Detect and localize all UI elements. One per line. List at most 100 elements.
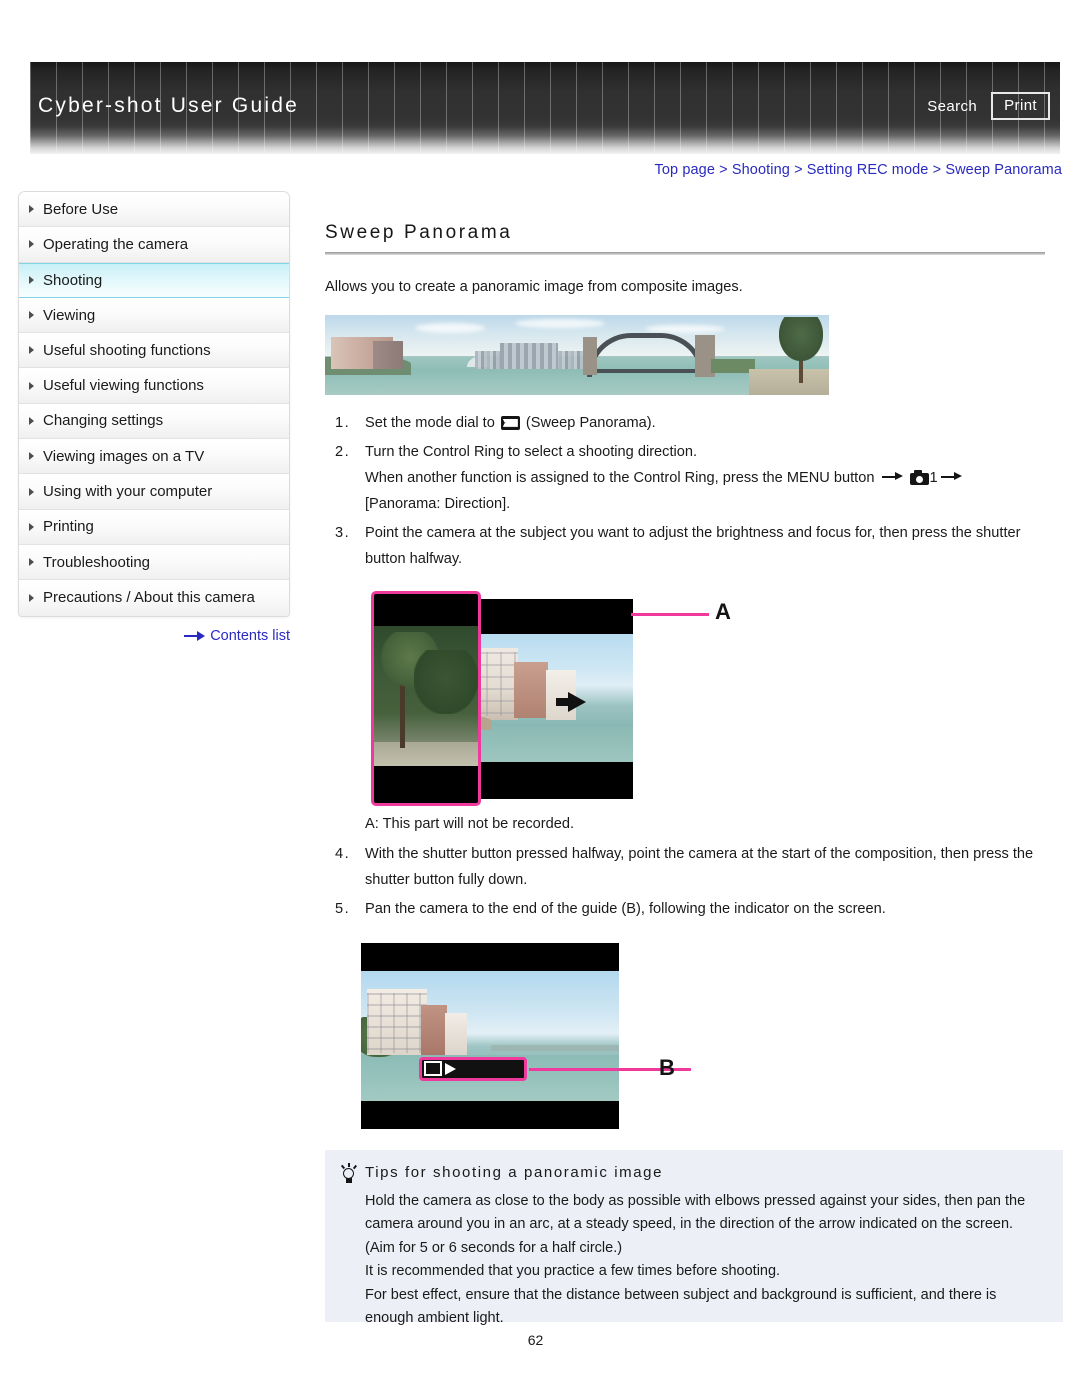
header-title: Cyber-shot User Guide — [38, 94, 299, 117]
arrow-right-icon — [881, 471, 904, 481]
tips-heading-label: Tips for shooting a panoramic image — [365, 1164, 664, 1181]
step-1: 1. Set the mode dial to (Sweep Panorama)… — [325, 411, 1065, 437]
step-number: 3. — [335, 524, 351, 541]
tips-panel: Tips for shooting a panoramic image Hold… — [325, 1150, 1063, 1326]
camera-menu-icon — [909, 469, 929, 485]
step-4-text: With the shutter button pressed halfway,… — [365, 845, 1034, 888]
figure-a-callout-line — [631, 612, 709, 616]
sidebar-item-using-with-your-computer[interactable]: Using with your computer — [19, 474, 289, 510]
triangle-right-icon — [29, 276, 34, 285]
step-number: 4. — [335, 845, 351, 862]
step-3: 3. Point the camera at the subject you w… — [325, 521, 1065, 573]
sidebar-item-shooting[interactable]: Shooting — [19, 262, 289, 298]
sidebar-item-label: Viewing images on a TV — [43, 447, 205, 465]
tree-foliage — [414, 649, 478, 714]
header-banner: Cyber-shot User Guide Search Print — [30, 62, 1060, 154]
tree-right — [779, 316, 823, 361]
sidebar-item-changing-settings[interactable]: Changing settings — [19, 403, 289, 440]
figure-a-note: A: This part will not be recorded. — [365, 815, 575, 832]
figure-b-screen-frame — [361, 942, 619, 1129]
tips-heading: Tips for shooting a panoramic image — [340, 1163, 1045, 1184]
page-title: Sweep Panorama — [325, 222, 513, 243]
building-3 — [445, 1012, 467, 1055]
site-header: Cyber-shot User Guide Search Print — [0, 62, 1080, 154]
tips-paragraph: Hold the camera as close to the body as … — [365, 1193, 1026, 1256]
figure-b-illustration: B — [353, 939, 693, 1134]
palm-trunk — [400, 677, 405, 748]
light-bulb-icon — [340, 1163, 357, 1184]
triangle-right-icon — [29, 346, 34, 355]
building-2 — [514, 661, 548, 718]
step-2-line-1: Turn the Control Ring to select a shooti… — [365, 443, 698, 460]
triangle-right-icon — [29, 205, 34, 214]
sidebar-item-operating-the-camera[interactable]: Operating the camera — [19, 227, 289, 263]
sidebar-item-label: Operating the camera — [43, 235, 189, 253]
panorama-sample-image — [325, 314, 829, 395]
tips-paragraph: For best effect, ensure that the distanc… — [365, 1286, 997, 1327]
cloud-shape — [515, 318, 605, 328]
sidebar-item-useful-shooting-functions[interactable]: Useful shooting functions — [19, 333, 289, 369]
sidebar-item-useful-viewing-functions[interactable]: Useful viewing functions — [19, 368, 289, 404]
step-2-menu-index: 1 — [929, 469, 938, 486]
sidebar-item-precautions-about-this-camera[interactable]: Precautions / About this camera — [19, 580, 289, 616]
triangle-right-icon — [29, 558, 34, 567]
step-3-text: Point the camera at the subject you want… — [365, 524, 1021, 567]
cloud-shape — [415, 322, 485, 333]
sidebar-item-troubleshooting[interactable]: Troubleshooting — [19, 544, 289, 581]
sweep-panorama-mode-icon — [500, 415, 520, 430]
sidebar-item-label: Using with your computer — [43, 483, 213, 501]
breadcrumb-item-sweep-panorama[interactable]: Sweep Panorama — [945, 162, 1062, 178]
step-number: 2. — [335, 443, 351, 460]
sidebar-item-label: Troubleshooting — [43, 553, 151, 571]
title-divider — [325, 252, 1045, 255]
breadcrumb-item-top-page[interactable]: Top page — [655, 162, 715, 178]
sidebar-item-before-use[interactable]: Before Use — [19, 192, 289, 228]
sidebar-item-label: Viewing — [43, 306, 96, 324]
arrow-right-icon — [184, 631, 206, 641]
search-button[interactable]: Search — [927, 98, 977, 115]
sidebar-item-label: Useful viewing functions — [43, 377, 204, 395]
figure-a-label: A — [715, 598, 731, 624]
triangle-right-icon — [29, 416, 34, 425]
triangle-right-icon — [29, 381, 34, 390]
ground-layer — [374, 741, 478, 766]
building-2 — [421, 1004, 447, 1055]
page-number: 62 — [527, 1332, 544, 1348]
print-button[interactable]: Print — [991, 92, 1050, 120]
step-number: 1. — [335, 414, 351, 431]
guide-position-block — [424, 1061, 442, 1077]
guide-track-bar — [456, 1061, 524, 1077]
triangle-right-icon — [29, 487, 34, 496]
sidebar-nav: Before Use Operating the camera Shooting… — [18, 191, 290, 617]
triangle-right-icon — [29, 522, 34, 531]
sidebar-item-label: Useful shooting functions — [43, 341, 211, 359]
guide-arrow-icon — [445, 1062, 456, 1075]
step-4: 4. With the shutter button pressed halfw… — [325, 842, 1065, 894]
step-2: 2. Turn the Control Ring to select a sho… — [325, 440, 1065, 518]
triangle-right-icon — [29, 240, 34, 249]
breadcrumb-item-shooting[interactable]: Shooting — [732, 162, 790, 178]
main-content: Sweep Panorama Allows you to create a pa… — [325, 222, 1065, 1140]
sidebar-item-label: Shooting — [43, 271, 103, 289]
step-text-post: (Sweep Panorama). — [521, 414, 656, 431]
sidebar-item-viewing-images-on-a-tv[interactable]: Viewing images on a TV — [19, 439, 289, 475]
breadcrumb-separator: > — [932, 162, 942, 178]
tips-body: Hold the camera as close to the body as … — [341, 1190, 1045, 1331]
contents-list-link[interactable]: Contents list — [18, 628, 290, 644]
distant-shoreline — [491, 1044, 619, 1051]
figure-a-highlight-frame — [371, 590, 481, 806]
step-5-text: Pan the camera to the end of the guide (… — [365, 900, 886, 917]
breadcrumb-separator: > — [794, 162, 803, 178]
sidebar-item-printing[interactable]: Printing — [19, 509, 289, 545]
step-2-line-2-pre: When another function is assigned to the… — [365, 469, 879, 486]
triangle-right-icon — [29, 452, 34, 461]
pan-direction-arrow-icon — [568, 691, 586, 712]
breadcrumb-item-setting-rec-mode[interactable]: Setting REC mode — [807, 162, 929, 178]
sidebar-item-label: Printing — [43, 518, 94, 536]
building-windows — [367, 992, 427, 1053]
shore-right — [749, 368, 829, 395]
step-5: 5. Pan the camera to the end of the guid… — [325, 897, 1065, 923]
figure-b-photo — [361, 970, 619, 1101]
sidebar-item-label: Changing settings — [43, 412, 164, 430]
sidebar-item-viewing[interactable]: Viewing — [19, 297, 289, 334]
